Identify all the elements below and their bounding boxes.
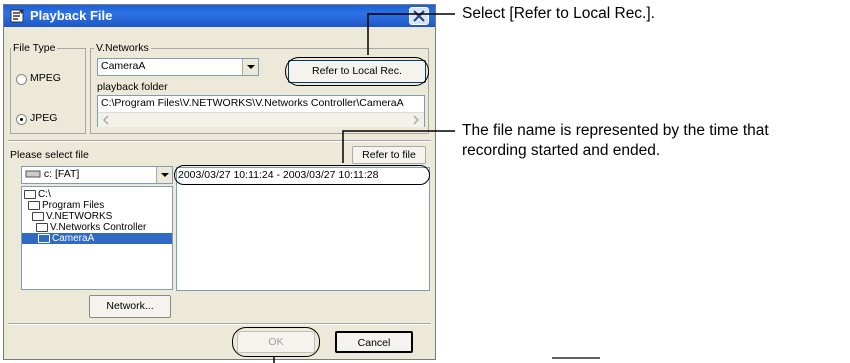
leader-refer-local — [367, 13, 455, 55]
refer-local-annotation: Select [Refer to Local Rec.]. — [462, 5, 655, 22]
filename-annotation-line2: recording started and ended. — [462, 142, 661, 159]
filename-annotation-line1: The file name is represented by the time… — [462, 122, 769, 139]
leader-lines — [273, 13, 600, 363]
leader-file-entry — [342, 130, 455, 163]
filename-annotation: The file name is represented by the time… — [462, 121, 769, 161]
